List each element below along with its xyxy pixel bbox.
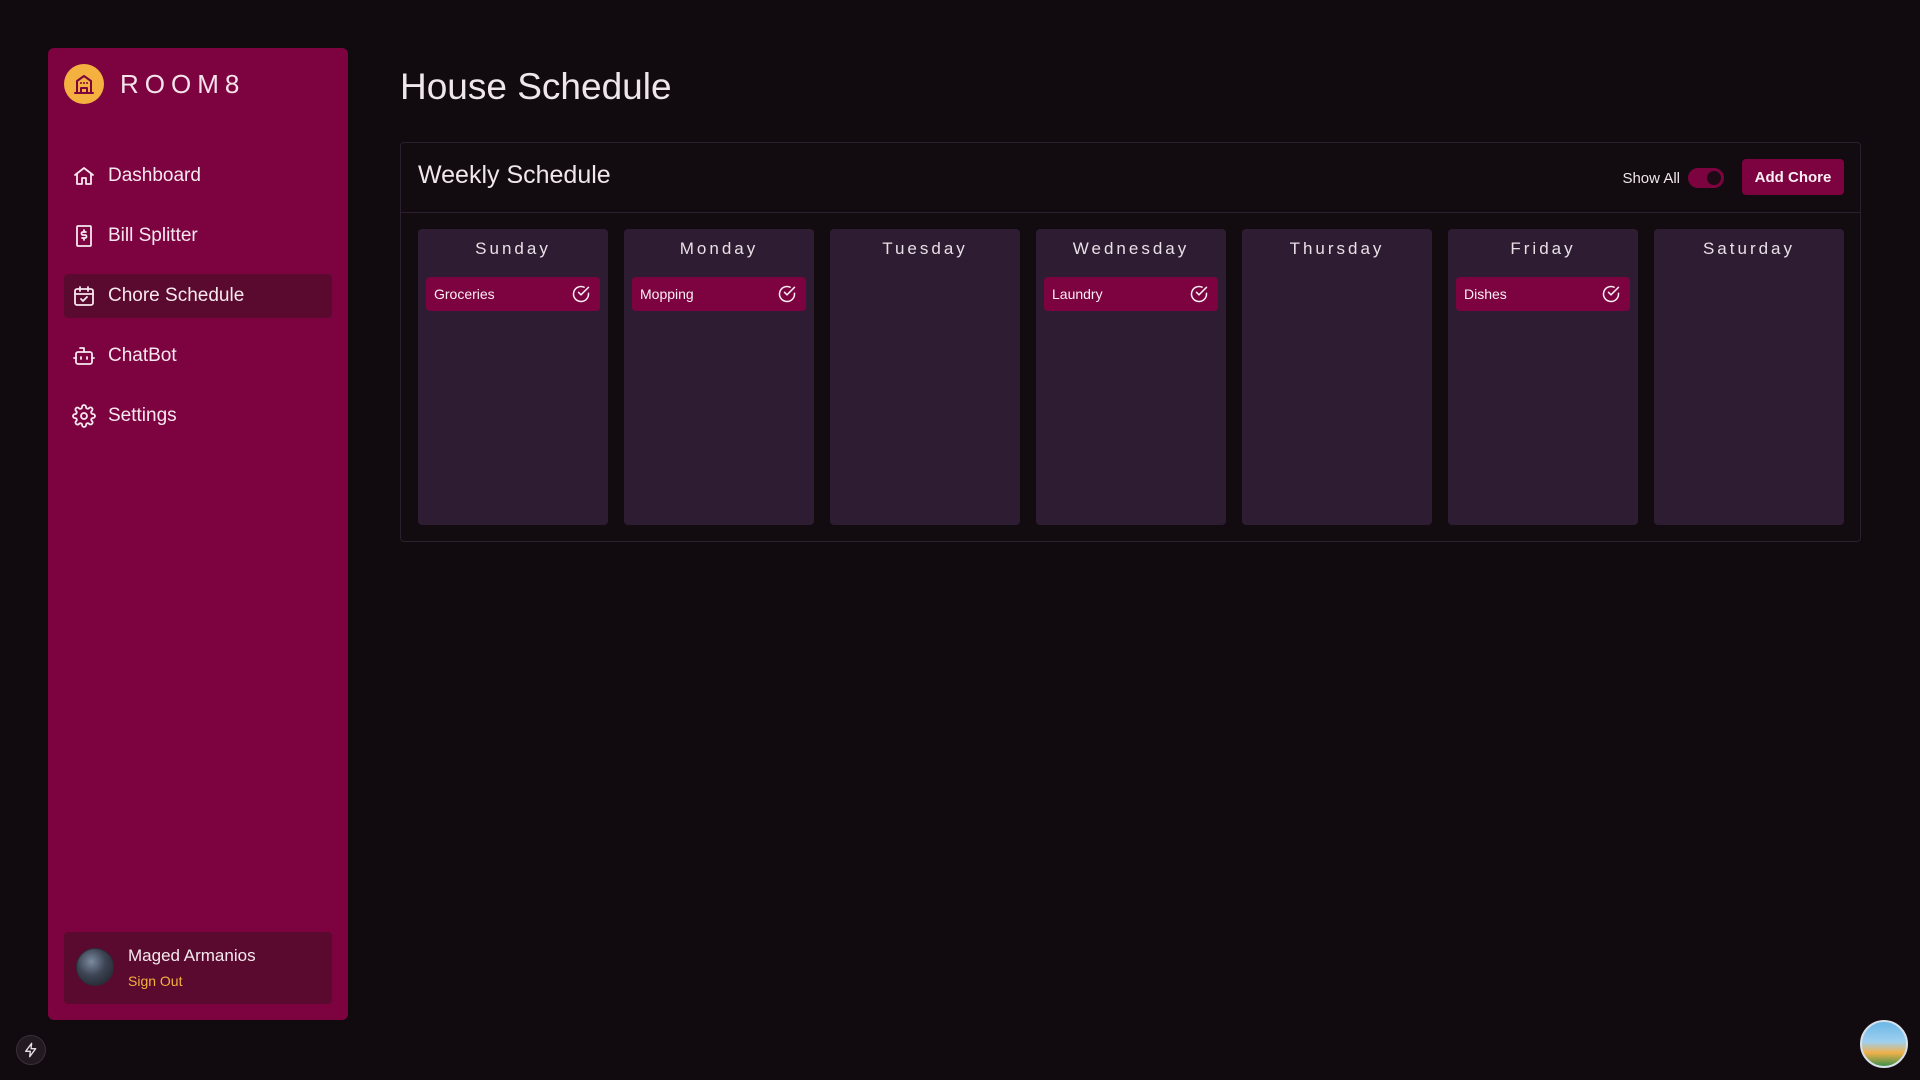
floating-avatar[interactable]: [1860, 1020, 1908, 1068]
sidebar-item-label: ChatBot: [108, 345, 177, 366]
sidebar-item-bill-splitter[interactable]: Bill Splitter: [64, 214, 332, 258]
sidebar-item-label: Chore Schedule: [108, 285, 245, 306]
check-circle-icon[interactable]: [570, 283, 592, 305]
check-circle-icon[interactable]: [1188, 283, 1210, 305]
sidebar-nav: Dashboard Bill Splitter Chore Schedule C…: [64, 154, 332, 454]
brand[interactable]: ROOM8: [64, 64, 245, 104]
chore-label: Dishes: [1464, 286, 1507, 302]
sidebar-item-label: Bill Splitter: [108, 225, 198, 246]
sidebar-item-settings[interactable]: Settings: [64, 394, 332, 438]
sidebar-item-chatbot[interactable]: ChatBot: [64, 334, 332, 378]
check-circle-icon[interactable]: [1600, 283, 1622, 305]
sidebar-item-dashboard[interactable]: Dashboard: [64, 154, 332, 198]
chore-item[interactable]: Dishes: [1456, 277, 1630, 311]
chore-item[interactable]: Laundry: [1044, 277, 1218, 311]
bolt-button[interactable]: [16, 1035, 46, 1065]
day-column-monday[interactable]: Monday Mopping: [624, 229, 814, 525]
chore-label: Groceries: [434, 286, 495, 302]
day-name: Friday: [1510, 239, 1576, 258]
building-icon: [64, 64, 104, 104]
day-name: Sunday: [475, 239, 551, 258]
chore-item[interactable]: Groceries: [426, 277, 600, 311]
chore-item[interactable]: Mopping: [632, 277, 806, 311]
sidebar-item-label: Dashboard: [108, 165, 201, 186]
panel-header: Weekly Schedule Show All Add Chore: [401, 143, 1860, 213]
day-name: Monday: [679, 239, 759, 258]
add-chore-button[interactable]: Add Chore: [1742, 159, 1844, 195]
day-name: Saturday: [1702, 239, 1796, 258]
day-column-saturday[interactable]: Saturday: [1654, 229, 1844, 525]
page-title: House Schedule: [400, 66, 672, 107]
day-column-wednesday[interactable]: Wednesday Laundry: [1036, 229, 1226, 525]
bolt-icon: [25, 1042, 37, 1058]
show-all-label: Show All: [1622, 170, 1680, 187]
show-all-toggle[interactable]: [1688, 168, 1724, 188]
day-column-friday[interactable]: Friday Dishes: [1448, 229, 1638, 525]
sidebar-item-chore-schedule[interactable]: Chore Schedule: [64, 274, 332, 318]
bot-icon: [72, 344, 96, 368]
sidebar: ROOM8 Dashboard Bill Splitter Chore Sche…: [48, 48, 348, 1020]
day-columns: Sunday Groceries Monday Mopping Tuesday Wedne…: [418, 229, 1844, 525]
receipt-icon: [72, 224, 96, 248]
brand-name: ROOM8: [120, 68, 246, 99]
avatar[interactable]: [76, 948, 114, 986]
day-name: Thursday: [1289, 239, 1385, 258]
day-column-tuesday[interactable]: Tuesday: [830, 229, 1020, 525]
day-name: Tuesday: [882, 239, 968, 258]
day-column-sunday[interactable]: Sunday Groceries: [418, 229, 608, 525]
panel-title: Weekly Schedule: [418, 161, 611, 189]
user-card: Maged Armanios Sign Out: [64, 932, 332, 1004]
home-icon: [72, 164, 96, 188]
day-column-thursday[interactable]: Thursday: [1242, 229, 1432, 525]
sign-out-link[interactable]: Sign Out: [128, 973, 182, 989]
sidebar-item-label: Settings: [108, 405, 177, 426]
chore-label: Mopping: [640, 286, 694, 302]
chore-label: Laundry: [1052, 286, 1103, 302]
day-name: Wednesday: [1072, 239, 1190, 258]
user-name: Maged Armanios: [128, 946, 256, 965]
calendar-icon: [72, 284, 96, 308]
weekly-schedule-panel: Weekly Schedule Show All Add Chore Sunda…: [400, 142, 1861, 542]
check-circle-icon[interactable]: [776, 283, 798, 305]
toggle-knob: [1707, 171, 1721, 185]
gear-icon: [72, 404, 96, 428]
